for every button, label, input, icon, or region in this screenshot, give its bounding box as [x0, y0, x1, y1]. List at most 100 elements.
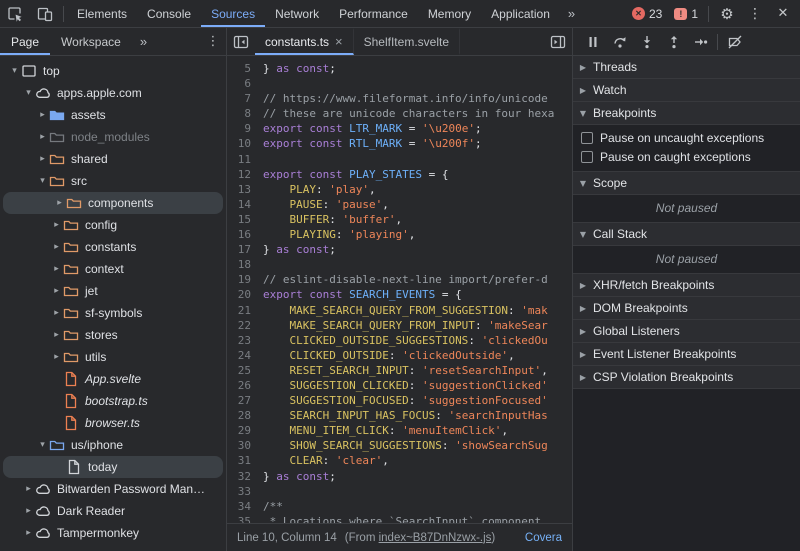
checkbox-row-pause-on-caught-exceptions[interactable]: Pause on caught exceptions [573, 147, 800, 166]
tree-item-app-svelte[interactable]: App.svelte [0, 368, 226, 390]
code-text[interactable]: PAUSE: 'pause', [263, 197, 572, 212]
line-number[interactable]: 18 [227, 257, 263, 272]
line-number[interactable]: 11 [227, 152, 263, 167]
section-xhr-fetch-breakpoints[interactable]: ▶ XHR/fetch Breakpoints [573, 274, 800, 297]
line-number[interactable]: 25 [227, 363, 263, 378]
line-number[interactable]: 34 [227, 499, 263, 514]
code-text[interactable]: PLAY: 'play', [263, 182, 572, 197]
section-call-stack[interactable]: ▼ Call Stack [573, 223, 800, 246]
step-out-icon[interactable] [660, 28, 687, 55]
collapse-arrow-icon[interactable]: ▾ [36, 440, 49, 450]
code-text[interactable]: } as const; [263, 242, 572, 257]
tree-item-bitwarden-password-man[interactable]: ▸ Bitwarden Password Man… [0, 478, 226, 500]
tree-item-sf-symbols[interactable]: ▸ sf-symbols [0, 302, 226, 324]
tree-item-apps-apple-com[interactable]: ▾ apps.apple.com [0, 82, 226, 104]
code-text[interactable]: MENU_ITEM_CLICK: 'menuItemClick', [263, 423, 572, 438]
code-text[interactable]: MAKE_SEARCH_QUERY_FROM_INPUT: 'makeSear [263, 318, 572, 333]
step-into-icon[interactable] [633, 28, 660, 55]
section-global-listeners[interactable]: ▶ Global Listeners [573, 320, 800, 343]
line-number[interactable]: 15 [227, 212, 263, 227]
pause-script-icon[interactable] [579, 28, 606, 55]
expand-arrow-icon[interactable]: ▸ [50, 308, 63, 318]
expand-arrow-icon[interactable]: ▸ [53, 198, 66, 208]
tree-item-us-iphone[interactable]: ▾ us/iphone [0, 434, 226, 456]
navigator-tab-page[interactable]: Page [0, 28, 51, 55]
line-number[interactable]: 26 [227, 378, 263, 393]
section-scope[interactable]: ▼ Scope [573, 172, 800, 195]
more-navigator-tabs-button[interactable]: » [132, 28, 156, 55]
line-number[interactable]: 21 [227, 303, 263, 318]
section-dom-breakpoints[interactable]: ▶ DOM Breakpoints [573, 297, 800, 320]
expand-arrow-icon[interactable]: ▸ [50, 264, 63, 274]
checkbox-row-pause-on-uncaught-exceptions[interactable]: Pause on uncaught exceptions [573, 128, 800, 147]
code-text[interactable] [263, 257, 572, 272]
tab-console[interactable]: Console [137, 0, 201, 27]
collapse-arrow-icon[interactable]: ▾ [8, 66, 21, 76]
line-number[interactable]: 12 [227, 167, 263, 182]
tree-item-today[interactable]: today [3, 456, 223, 478]
editor-tab-shelfitem-svelte[interactable]: ShelfItem.svelte [354, 28, 460, 55]
hide-navigator-icon[interactable] [227, 28, 255, 55]
step-over-icon[interactable] [606, 28, 633, 55]
show-debugger-icon[interactable] [544, 28, 572, 55]
sourcemap-file-link[interactable]: index~B87DnNzwx-.js [379, 532, 492, 544]
code-text[interactable]: CLICKED_OUTSIDE: 'clickedOutside', [263, 348, 572, 363]
code-text[interactable]: /** [263, 499, 572, 514]
expand-arrow-icon[interactable]: ▸ [22, 484, 35, 494]
source-code[interactable]: 5} as const; 6 7// https://www.fileformat.… [227, 56, 572, 523]
expand-arrow-icon[interactable]: ▸ [36, 110, 49, 120]
code-text[interactable]: // eslint-disable-next-line import/prefe… [263, 272, 572, 287]
tree-item-assets[interactable]: ▸ assets [0, 104, 226, 126]
code-text[interactable]: BUFFER: 'buffer', [263, 212, 572, 227]
code-text[interactable]: SEARCH_INPUT_HAS_FOCUS: 'searchInputHas [263, 408, 572, 423]
settings-gear-icon[interactable]: ⚙ [714, 0, 740, 27]
line-number[interactable]: 24 [227, 348, 263, 363]
tree-item-top[interactable]: ▾ top [0, 60, 226, 82]
close-tab-icon[interactable]: × [335, 35, 343, 48]
code-text[interactable] [263, 484, 572, 499]
code-text[interactable]: export const LTR_MARK = '\u200e'; [263, 121, 572, 136]
line-number[interactable]: 14 [227, 197, 263, 212]
code-text[interactable]: CLEAR: 'clear', [263, 453, 572, 468]
inspect-element-icon[interactable] [0, 0, 30, 27]
code-text[interactable]: SHOW_SEARCH_SUGGESTIONS: 'showSearchSug [263, 438, 572, 453]
line-number[interactable]: 20 [227, 287, 263, 302]
line-number[interactable]: 27 [227, 393, 263, 408]
line-number[interactable]: 6 [227, 76, 263, 91]
code-text[interactable]: * Locations where `SearchInput` componen… [263, 514, 572, 523]
navigator-kebab-menu-icon[interactable]: ⋮ [200, 28, 226, 55]
expand-arrow-icon[interactable]: ▸ [50, 352, 63, 362]
tree-item-config[interactable]: ▸ config [0, 214, 226, 236]
deactivate-breakpoints-icon[interactable] [721, 28, 748, 55]
expand-arrow-icon[interactable]: ▸ [50, 242, 63, 252]
code-text[interactable]: // these are unicode characters in four … [263, 106, 572, 121]
line-number[interactable]: 17 [227, 242, 263, 257]
tab-memory[interactable]: Memory [418, 0, 481, 27]
kebab-menu-icon[interactable]: ⋮ [742, 0, 768, 27]
section-watch[interactable]: ▶ Watch [573, 79, 800, 102]
error-badge[interactable]: ✕ 23 [627, 7, 667, 21]
code-text[interactable]: SUGGESTION_FOCUSED: 'suggestionFocused' [263, 393, 572, 408]
tab-sources[interactable]: Sources [201, 0, 266, 27]
line-number[interactable]: 10 [227, 136, 263, 151]
issues-badge[interactable]: ! 1 [669, 7, 703, 21]
tree-item-src[interactable]: ▾ src [0, 170, 226, 192]
code-text[interactable] [263, 152, 572, 167]
expand-arrow-icon[interactable]: ▸ [22, 528, 35, 538]
line-number[interactable]: 28 [227, 408, 263, 423]
expand-arrow-icon[interactable]: ▸ [50, 286, 63, 296]
line-number[interactable]: 31 [227, 453, 263, 468]
line-number[interactable]: 23 [227, 333, 263, 348]
line-number[interactable]: 16 [227, 227, 263, 242]
tree-item-context[interactable]: ▸ context [0, 258, 226, 280]
expand-arrow-icon[interactable]: ▸ [22, 506, 35, 516]
line-number[interactable]: 30 [227, 438, 263, 453]
code-text[interactable]: export const SEARCH_EVENTS = { [263, 287, 572, 302]
line-number[interactable]: 13 [227, 182, 263, 197]
tree-item-dark-reader[interactable]: ▸ Dark Reader [0, 500, 226, 522]
tree-item-jet[interactable]: ▸ jet [0, 280, 226, 302]
expand-arrow-icon[interactable]: ▸ [50, 330, 63, 340]
tree-item-bootstrap-ts[interactable]: bootstrap.ts [0, 390, 226, 412]
tree-item-constants[interactable]: ▸ constants [0, 236, 226, 258]
line-number[interactable]: 9 [227, 121, 263, 136]
